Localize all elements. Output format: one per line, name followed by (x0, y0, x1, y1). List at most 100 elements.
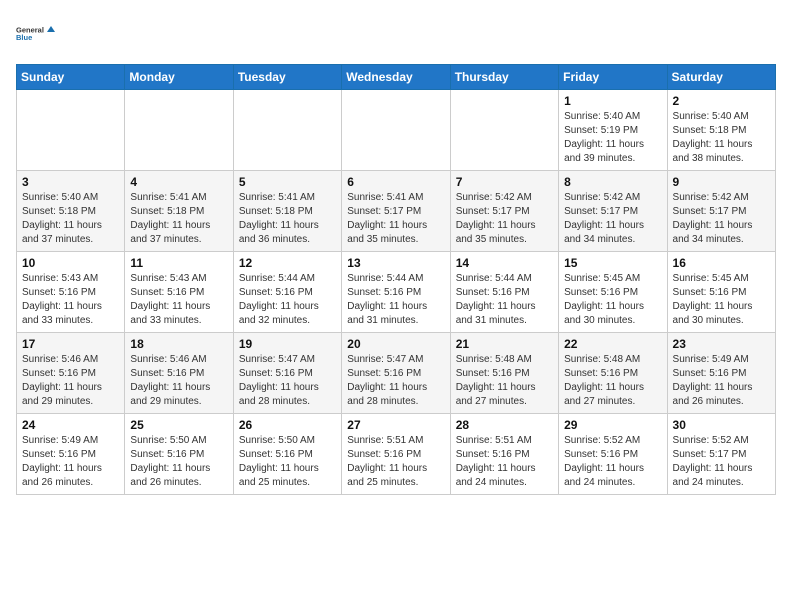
day-info: Sunrise: 5:45 AM Sunset: 5:16 PM Dayligh… (673, 272, 770, 328)
calendar-cell: 27 Sunrise: 5:51 AM Sunset: 5:16 PM Dayli… (342, 414, 450, 495)
day-info: Sunrise: 5:51 AM Sunset: 5:16 PM Dayligh… (347, 434, 444, 490)
day-number: 28 (456, 418, 553, 432)
calendar-cell: 28 Sunrise: 5:51 AM Sunset: 5:16 PM Dayli… (450, 414, 558, 495)
calendar-cell (450, 90, 558, 171)
day-number: 9 (673, 175, 770, 189)
day-info: Sunrise: 5:40 AM Sunset: 5:18 PM Dayligh… (22, 191, 119, 247)
calendar-cell: 7 Sunrise: 5:42 AM Sunset: 5:17 PM Daylig… (450, 171, 558, 252)
calendar-cell: 13 Sunrise: 5:44 AM Sunset: 5:16 PM Dayli… (342, 252, 450, 333)
day-number: 27 (347, 418, 444, 432)
calendar-cell: 12Sunrise: 5:44 AM Sunset: 5:16 PM Dayli… (233, 252, 341, 333)
day-info: Sunrise: 5:47 AM Sunset: 5:16 PM Dayligh… (347, 353, 444, 409)
day-info: Sunrise: 5:44 AM Sunset: 5:16 PM Dayligh… (239, 272, 336, 328)
calendar-cell (233, 90, 341, 171)
calendar-cell: 14Sunrise: 5:44 AM Sunset: 5:16 PM Dayli… (450, 252, 558, 333)
calendar-cell: 11 Sunrise: 5:43 AM Sunset: 5:16 PM Dayli… (125, 252, 233, 333)
day-number: 17 (22, 337, 119, 351)
day-number: 25 (130, 418, 227, 432)
day-info: Sunrise: 5:50 AM Sunset: 5:16 PM Dayligh… (130, 434, 227, 490)
calendar-week-3: 10 Sunrise: 5:43 AM Sunset: 5:16 PM Dayli… (17, 252, 776, 333)
calendar-cell: 17 Sunrise: 5:46 AM Sunset: 5:16 PM Dayli… (17, 333, 125, 414)
calendar-cell: 29 Sunrise: 5:52 AM Sunset: 5:16 PM Dayli… (559, 414, 667, 495)
col-header-sunday: Sunday (17, 65, 125, 90)
col-header-friday: Friday (559, 65, 667, 90)
day-number: 10 (22, 256, 119, 270)
day-info: Sunrise: 5:42 AM Sunset: 5:17 PM Dayligh… (456, 191, 553, 247)
calendar-cell: 5 Sunrise: 5:41 AM Sunset: 5:18 PM Daylig… (233, 171, 341, 252)
day-number: 4 (130, 175, 227, 189)
col-header-monday: Monday (125, 65, 233, 90)
day-number: 2 (673, 94, 770, 108)
day-number: 15 (564, 256, 661, 270)
day-number: 5 (239, 175, 336, 189)
day-info: Sunrise: 5:52 AM Sunset: 5:17 PM Dayligh… (673, 434, 770, 490)
calendar-cell: 30 Sunrise: 5:52 AM Sunset: 5:17 PM Dayli… (667, 414, 775, 495)
day-info: Sunrise: 5:50 AM Sunset: 5:16 PM Dayligh… (239, 434, 336, 490)
day-info: Sunrise: 5:42 AM Sunset: 5:17 PM Dayligh… (673, 191, 770, 247)
day-info: Sunrise: 5:40 AM Sunset: 5:19 PM Dayligh… (564, 110, 661, 166)
calendar-cell: 3 Sunrise: 5:40 AM Sunset: 5:18 PM Daylig… (17, 171, 125, 252)
calendar-week-5: 24 Sunrise: 5:49 AM Sunset: 5:16 PM Dayli… (17, 414, 776, 495)
day-number: 29 (564, 418, 661, 432)
day-number: 16 (673, 256, 770, 270)
col-header-thursday: Thursday (450, 65, 558, 90)
day-number: 20 (347, 337, 444, 351)
calendar-cell: 20 Sunrise: 5:47 AM Sunset: 5:16 PM Dayli… (342, 333, 450, 414)
calendar-cell (17, 90, 125, 171)
day-info: Sunrise: 5:41 AM Sunset: 5:18 PM Dayligh… (130, 191, 227, 247)
calendar-week-1: 1 Sunrise: 5:40 AM Sunset: 5:19 PM Daylig… (17, 90, 776, 171)
day-number: 3 (22, 175, 119, 189)
day-info: Sunrise: 5:51 AM Sunset: 5:16 PM Dayligh… (456, 434, 553, 490)
calendar-cell: 18 Sunrise: 5:46 AM Sunset: 5:16 PM Dayli… (125, 333, 233, 414)
calendar-cell: 25 Sunrise: 5:50 AM Sunset: 5:16 PM Dayli… (125, 414, 233, 495)
day-number: 21 (456, 337, 553, 351)
calendar-cell: 15Sunrise: 5:45 AM Sunset: 5:16 PM Dayli… (559, 252, 667, 333)
calendar-header: SundayMondayTuesdayWednesdayThursdayFrid… (17, 65, 776, 90)
calendar-cell: 24 Sunrise: 5:49 AM Sunset: 5:16 PM Dayli… (17, 414, 125, 495)
col-header-saturday: Saturday (667, 65, 775, 90)
day-number: 7 (456, 175, 553, 189)
calendar-cell: 6 Sunrise: 5:41 AM Sunset: 5:17 PM Daylig… (342, 171, 450, 252)
day-info: Sunrise: 5:43 AM Sunset: 5:16 PM Dayligh… (130, 272, 227, 328)
logo: General Blue (16, 16, 56, 52)
day-info: Sunrise: 5:44 AM Sunset: 5:16 PM Dayligh… (456, 272, 553, 328)
calendar-week-2: 3 Sunrise: 5:40 AM Sunset: 5:18 PM Daylig… (17, 171, 776, 252)
day-number: 19 (239, 337, 336, 351)
calendar-cell: 19 Sunrise: 5:47 AM Sunset: 5:16 PM Dayli… (233, 333, 341, 414)
day-number: 18 (130, 337, 227, 351)
svg-text:Blue: Blue (16, 33, 32, 42)
day-number: 6 (347, 175, 444, 189)
calendar-cell: 4 Sunrise: 5:41 AM Sunset: 5:18 PM Daylig… (125, 171, 233, 252)
day-info: Sunrise: 5:49 AM Sunset: 5:16 PM Dayligh… (22, 434, 119, 490)
logo-svg: General Blue (16, 16, 56, 52)
calendar-cell: 9 Sunrise: 5:42 AM Sunset: 5:17 PM Daylig… (667, 171, 775, 252)
day-number: 13 (347, 256, 444, 270)
day-info: Sunrise: 5:46 AM Sunset: 5:16 PM Dayligh… (130, 353, 227, 409)
day-number: 22 (564, 337, 661, 351)
calendar-cell: 26Sunrise: 5:50 AM Sunset: 5:16 PM Dayli… (233, 414, 341, 495)
day-number: 30 (673, 418, 770, 432)
day-number: 24 (22, 418, 119, 432)
calendar-cell: 8Sunrise: 5:42 AM Sunset: 5:17 PM Daylig… (559, 171, 667, 252)
day-info: Sunrise: 5:41 AM Sunset: 5:18 PM Dayligh… (239, 191, 336, 247)
calendar-cell: 23 Sunrise: 5:49 AM Sunset: 5:16 PM Dayli… (667, 333, 775, 414)
calendar-table: SundayMondayTuesdayWednesdayThursdayFrid… (16, 64, 776, 495)
col-header-wednesday: Wednesday (342, 65, 450, 90)
day-info: Sunrise: 5:44 AM Sunset: 5:16 PM Dayligh… (347, 272, 444, 328)
day-info: Sunrise: 5:43 AM Sunset: 5:16 PM Dayligh… (22, 272, 119, 328)
calendar-cell (125, 90, 233, 171)
calendar-cell: 1 Sunrise: 5:40 AM Sunset: 5:19 PM Daylig… (559, 90, 667, 171)
day-number: 1 (564, 94, 661, 108)
day-info: Sunrise: 5:47 AM Sunset: 5:16 PM Dayligh… (239, 353, 336, 409)
day-info: Sunrise: 5:42 AM Sunset: 5:17 PM Dayligh… (564, 191, 661, 247)
day-number: 23 (673, 337, 770, 351)
day-info: Sunrise: 5:52 AM Sunset: 5:16 PM Dayligh… (564, 434, 661, 490)
calendar-cell: 22Sunrise: 5:48 AM Sunset: 5:16 PM Dayli… (559, 333, 667, 414)
day-info: Sunrise: 5:48 AM Sunset: 5:16 PM Dayligh… (456, 353, 553, 409)
calendar-cell: 10 Sunrise: 5:43 AM Sunset: 5:16 PM Dayli… (17, 252, 125, 333)
day-number: 11 (130, 256, 227, 270)
day-info: Sunrise: 5:49 AM Sunset: 5:16 PM Dayligh… (673, 353, 770, 409)
day-info: Sunrise: 5:46 AM Sunset: 5:16 PM Dayligh… (22, 353, 119, 409)
day-info: Sunrise: 5:41 AM Sunset: 5:17 PM Dayligh… (347, 191, 444, 247)
calendar-cell: 2Sunrise: 5:40 AM Sunset: 5:18 PM Daylig… (667, 90, 775, 171)
